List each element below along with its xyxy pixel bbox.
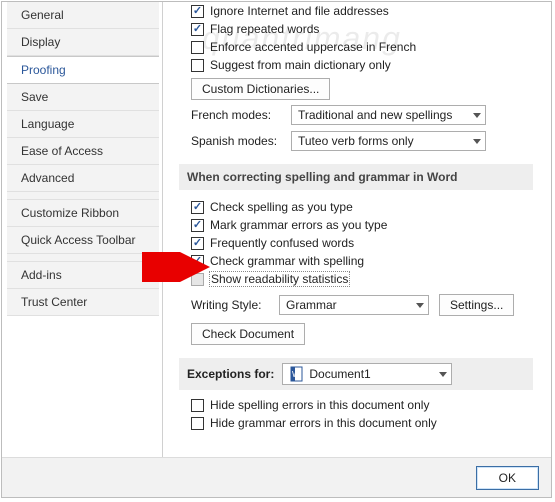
writing-style-combo[interactable]: Grammar (279, 295, 429, 315)
sidebar-item-language[interactable]: Language (7, 111, 159, 138)
label-mark-grammar: Mark grammar errors as you type (210, 218, 387, 232)
sidebar-item-add-ins[interactable]: Add-ins (7, 262, 159, 289)
checkbox-flag-repeated[interactable] (191, 23, 204, 36)
checkbox-ignore-internet[interactable] (191, 5, 204, 18)
label-enforce-french: Enforce accented uppercase in French (210, 40, 416, 54)
writing-style-value: Grammar (286, 298, 337, 312)
checkbox-check-grammar-with-spelling[interactable] (191, 255, 204, 268)
spanish-modes-label: Spanish modes: (191, 134, 281, 148)
check-document-button[interactable]: Check Document (191, 323, 305, 345)
sidebar-item-proofing[interactable]: Proofing (7, 56, 159, 84)
settings-button[interactable]: Settings... (439, 294, 514, 316)
checkbox-hide-grammar-errors[interactable] (191, 417, 204, 430)
content-pane: Ignore Internet and file addresses Flag … (167, 2, 545, 458)
checkbox-readability[interactable] (191, 273, 204, 286)
label-frequently-confused: Frequently confused words (210, 236, 354, 250)
dialog-footer: OK (2, 457, 551, 497)
checkbox-check-spelling[interactable] (191, 201, 204, 214)
chevron-down-icon (473, 113, 481, 118)
spanish-modes-combo[interactable]: Tuteo verb forms only (291, 131, 486, 151)
label-suggest-main: Suggest from main dictionary only (210, 58, 391, 72)
exceptions-bar: Exceptions for: W Document1 (179, 358, 533, 390)
sidebar-spacer (7, 192, 159, 200)
svg-text:W: W (292, 370, 300, 379)
exceptions-doc-combo[interactable]: W Document1 (282, 363, 452, 385)
checkbox-suggest-main[interactable] (191, 59, 204, 72)
sidebar-divider (162, 2, 163, 458)
checkbox-hide-spelling-errors[interactable] (191, 399, 204, 412)
chevron-down-icon (416, 303, 424, 308)
sidebar-item-ease-of-access[interactable]: Ease of Access (7, 138, 159, 165)
sidebar-item-trust-center[interactable]: Trust Center (7, 289, 159, 316)
sidebar-item-display[interactable]: Display (7, 29, 159, 56)
label-flag-repeated: Flag repeated words (210, 22, 319, 36)
chevron-down-icon (439, 372, 447, 377)
french-modes-combo[interactable]: Traditional and new spellings (291, 105, 486, 125)
sidebar-item-save[interactable]: Save (7, 84, 159, 111)
label-hide-grammar-errors: Hide grammar errors in this document onl… (210, 416, 437, 430)
exceptions-label: Exceptions for: (187, 367, 274, 381)
exceptions-doc-value: Document1 (309, 367, 370, 381)
sidebar-item-quick-access-toolbar[interactable]: Quick Access Toolbar (7, 227, 159, 254)
label-check-grammar-with-spelling: Check grammar with spelling (210, 254, 364, 268)
options-sidebar: General Display Proofing Save Language E… (7, 2, 159, 316)
chevron-down-icon (473, 139, 481, 144)
checkbox-frequently-confused[interactable] (191, 237, 204, 250)
label-hide-spelling-errors: Hide spelling errors in this document on… (210, 398, 429, 412)
custom-dictionaries-button[interactable]: Custom Dictionaries... (191, 78, 330, 100)
sidebar-item-customize-ribbon[interactable]: Customize Ribbon (7, 200, 159, 227)
sidebar-item-advanced[interactable]: Advanced (7, 165, 159, 192)
document-icon: W (289, 366, 305, 382)
checkbox-mark-grammar[interactable] (191, 219, 204, 232)
french-modes-label: French modes: (191, 108, 281, 122)
writing-style-label: Writing Style: (191, 298, 269, 312)
sidebar-item-general[interactable]: General (7, 2, 159, 29)
french-modes-value: Traditional and new spellings (298, 108, 452, 122)
sidebar-spacer (7, 254, 159, 262)
label-readability: Show readability statistics (210, 272, 349, 286)
spanish-modes-value: Tuteo verb forms only (298, 134, 414, 148)
label-ignore-internet: Ignore Internet and file addresses (210, 4, 389, 18)
ok-button[interactable]: OK (476, 466, 539, 490)
section-heading-correcting: When correcting spelling and grammar in … (179, 164, 533, 190)
label-check-spelling: Check spelling as you type (210, 200, 353, 214)
checkbox-enforce-french[interactable] (191, 41, 204, 54)
